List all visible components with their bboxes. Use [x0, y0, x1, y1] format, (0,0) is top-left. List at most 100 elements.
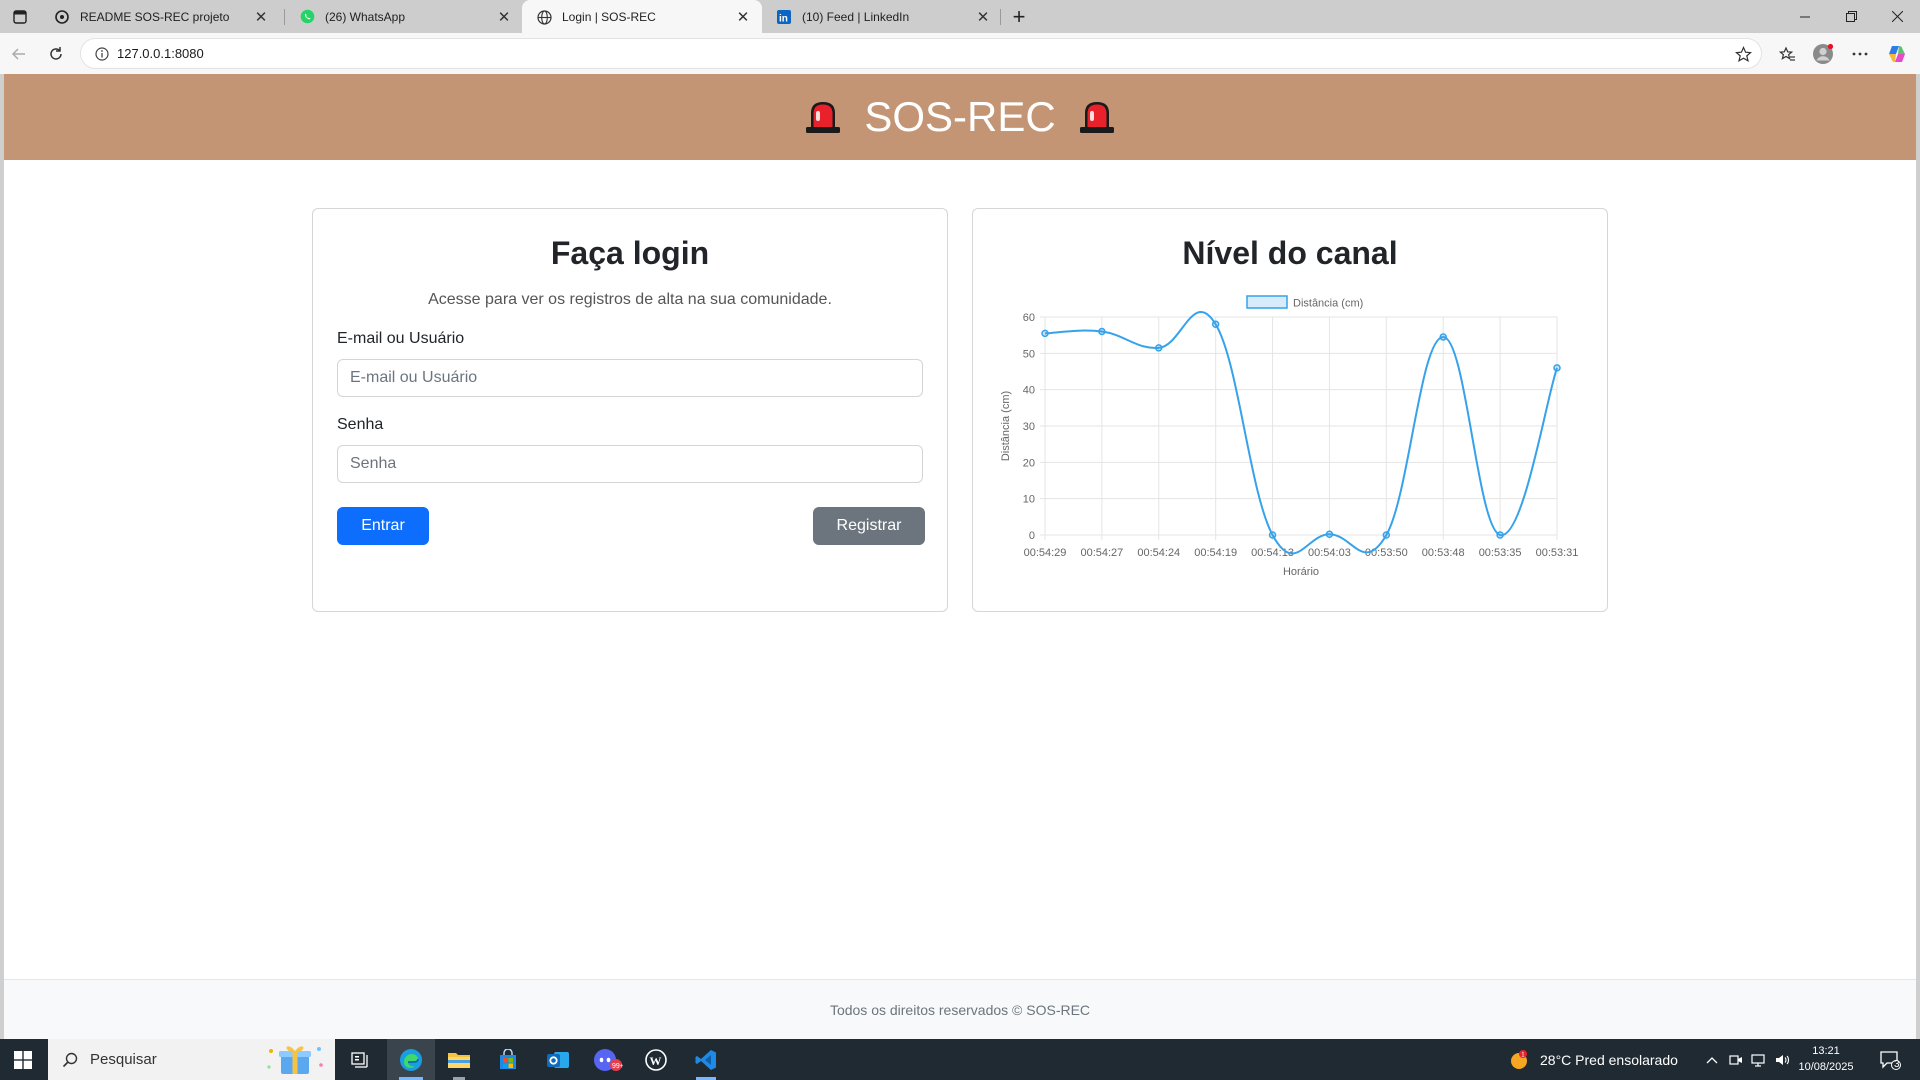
meet-now-icon[interactable]: [1726, 1039, 1746, 1080]
y-axis-title: Distância (cm): [1000, 391, 1012, 461]
notification-center-icon[interactable]: 3: [1870, 1039, 1910, 1080]
clock-date: 10/08/2025: [1798, 1061, 1854, 1073]
siren-icon: [802, 97, 844, 137]
svg-text:99+: 99+: [612, 1063, 623, 1070]
copilot-icon[interactable]: [1884, 41, 1910, 67]
wordpress-icon[interactable]: W: [634, 1039, 678, 1080]
user-label: E-mail ou Usuário: [337, 330, 465, 347]
close-icon[interactable]: ✕: [974, 8, 992, 26]
y-tick-label: 60: [1023, 312, 1035, 324]
data-point: [1325, 530, 1334, 539]
notification-count: 3: [1894, 1059, 1900, 1070]
login-card: Faça login Acesse para ver os registros …: [312, 208, 948, 612]
network-icon[interactable]: [1748, 1039, 1770, 1080]
globe-icon: [536, 9, 552, 25]
outlook-icon[interactable]: [536, 1039, 580, 1080]
back-icon[interactable]: [6, 41, 32, 67]
windows-start-icon[interactable]: [0, 1039, 46, 1080]
tab-linkedin[interactable]: in (10) Feed | LinkedIn ✕: [762, 0, 1002, 33]
microsoft-store-icon[interactable]: [486, 1039, 530, 1080]
register-button[interactable]: Registrar: [813, 507, 925, 545]
y-tick-label: 30: [1023, 421, 1035, 433]
y-tick-label: 10: [1023, 494, 1035, 506]
favorites-icon[interactable]: [1774, 41, 1800, 67]
tab-title: (10) Feed | LinkedIn: [802, 9, 910, 24]
data-point: [1268, 531, 1277, 539]
legend-label: Distância (cm): [1293, 298, 1363, 310]
x-tick-label: 00:54:24: [1137, 547, 1180, 559]
volume-icon[interactable]: [1772, 1039, 1794, 1080]
task-view-icon[interactable]: [340, 1039, 380, 1080]
restore-button[interactable]: [1828, 0, 1874, 33]
taskbar-search-box[interactable]: Pesquisar: [48, 1039, 335, 1080]
password-label: Senha: [337, 416, 384, 433]
x-tick-label: 00:53:48: [1422, 547, 1465, 559]
tab-actions-icon[interactable]: [8, 6, 32, 28]
address-bar[interactable]: 127.0.0.1:8080: [80, 38, 1762, 69]
favorite-star-icon[interactable]: [1733, 44, 1753, 64]
user-input[interactable]: E-mail ou Usuário: [337, 359, 923, 397]
taskbar-clock[interactable]: 13:21 10/08/2025: [1796, 1043, 1856, 1075]
chevron-up-icon[interactable]: [1702, 1039, 1722, 1080]
series-line: [1044, 310, 1558, 555]
close-window-button[interactable]: [1874, 0, 1920, 33]
data-point: [1155, 344, 1163, 352]
search-icon: [62, 1052, 78, 1068]
chart-card: Nível do canal 0 10 20 30 40 50 60 00:54:29 00:5…: [972, 208, 1608, 612]
file-explorer-icon[interactable]: [437, 1039, 481, 1080]
refresh-icon[interactable]: [43, 41, 69, 67]
x-tick-label: 00:53:50: [1365, 547, 1408, 559]
whatsapp-icon: [299, 9, 315, 25]
browser-tab-bar: README SOS-REC projeto ✕ (26) WhatsApp ✕…: [0, 0, 1920, 34]
x-axis-title: Horário: [1283, 566, 1319, 578]
page-viewport: SOS-REC Faça login Acesse para ver os re…: [4, 74, 1916, 1039]
close-icon[interactable]: ✕: [734, 8, 752, 26]
tab-login[interactable]: Login | SOS-REC ✕: [522, 0, 762, 34]
gift-icon: [263, 1041, 327, 1077]
y-tick-label: 50: [1023, 348, 1035, 360]
browser-toolbar: 127.0.0.1:8080: [0, 33, 1920, 74]
minimize-button[interactable]: [1782, 0, 1828, 33]
tab-readme[interactable]: README SOS-REC projeto ✕: [40, 0, 280, 33]
linkedin-icon: in: [776, 9, 792, 25]
data-point: [1553, 364, 1561, 372]
y-tick-label: 0: [1029, 530, 1035, 542]
tab-whatsapp[interactable]: (26) WhatsApp ✕: [285, 0, 523, 33]
data-point: [1211, 320, 1220, 329]
data-point: [1041, 329, 1049, 338]
siren-icon: [1076, 97, 1118, 137]
password-input[interactable]: Senha: [337, 445, 923, 483]
clock-time: 13:21: [1812, 1045, 1840, 1057]
site-footer: Todos os direitos reservados © SOS-REC: [4, 979, 1916, 1039]
more-options-icon[interactable]: [1847, 41, 1873, 67]
x-tick-label: 00:54:03: [1308, 547, 1351, 559]
footer-text: Todos os direitos reservados © SOS-REC: [829, 1001, 1091, 1018]
y-tick-label: 40: [1023, 385, 1035, 397]
new-tab-button[interactable]: +: [1006, 4, 1032, 30]
data-point: [1439, 333, 1447, 341]
x-tick-label: 00:54:27: [1080, 547, 1123, 559]
profile-avatar-icon[interactable]: [1810, 41, 1836, 67]
edge-taskbar-icon[interactable]: [387, 1039, 435, 1080]
login-subtitle: Acesse para ver os registros de alta na …: [428, 291, 832, 308]
discord-icon[interactable]: 99+: [586, 1039, 630, 1080]
tab-title: README SOS-REC projeto: [80, 9, 230, 24]
close-icon[interactable]: ✕: [252, 8, 270, 26]
x-tick-label: 00:53:31: [1536, 547, 1579, 559]
url-text: 127.0.0.1:8080: [117, 46, 204, 61]
login-button[interactable]: Entrar: [337, 507, 429, 545]
weather-sun-icon: 1: [1508, 1048, 1532, 1072]
tab-title: (26) WhatsApp: [325, 9, 406, 24]
weather-widget[interactable]: 1 28°C Pred ensolarado: [1508, 1039, 1688, 1080]
close-icon[interactable]: ✕: [495, 8, 513, 26]
legend-swatch: [1246, 295, 1288, 309]
site-header: SOS-REC: [4, 74, 1916, 160]
data-point: [1382, 531, 1391, 539]
windows-taskbar: Pesquisar 99+ W 1 28°C Pred ensolarado 1…: [0, 1039, 1920, 1080]
x-tick-label: 00:54:19: [1194, 547, 1237, 559]
svg-text:W: W: [650, 1054, 662, 1068]
y-tick-label: 20: [1023, 457, 1035, 469]
vscode-icon[interactable]: [682, 1039, 730, 1080]
site-info-icon[interactable]: [87, 39, 117, 69]
data-point: [1098, 327, 1106, 336]
